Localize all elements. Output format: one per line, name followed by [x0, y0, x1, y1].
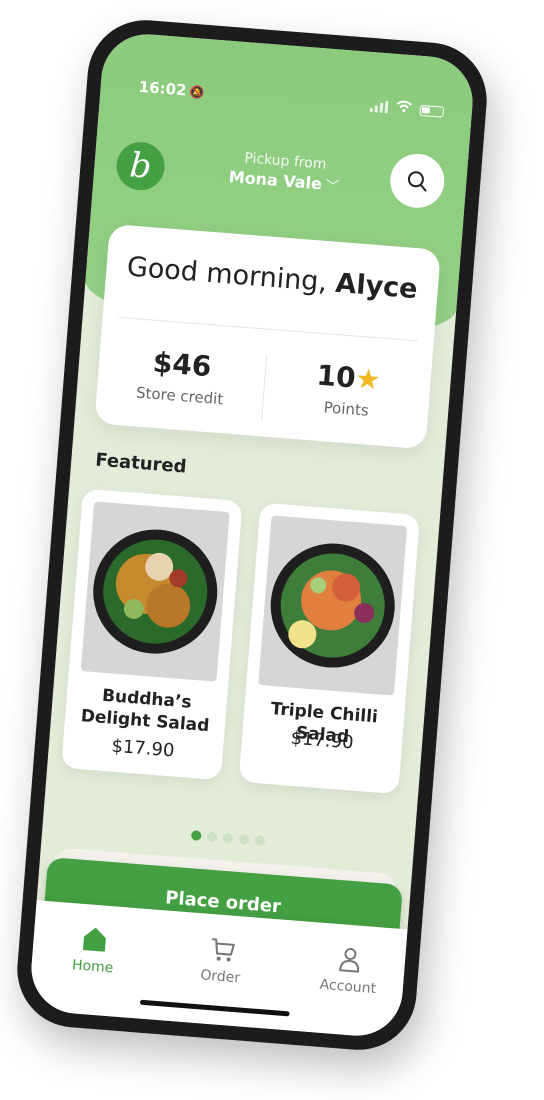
bell-mute-icon: 🔕: [188, 84, 205, 100]
app-screen: 16:02 🔕 b Pickup from Mona Vale ﹀ Good m…: [28, 30, 476, 1040]
signal-icon: [369, 100, 389, 114]
home-icon: [82, 927, 106, 952]
brand-logo-letter: b: [128, 145, 154, 187]
divider: [118, 316, 418, 342]
phone-frame: 16:02 🔕 b Pickup from Mona Vale ﹀ Good m…: [12, 15, 492, 1055]
person-icon: [339, 948, 360, 973]
featured-item-card[interactable]: Buddha’s Delight Salad $17.90: [61, 488, 243, 781]
points-value: 10: [315, 358, 357, 395]
chevron-down-icon: ﹀: [325, 178, 340, 195]
greeting-prefix: Good morning,: [125, 251, 329, 299]
dish-name: Buddha’s Delight Salad: [80, 685, 211, 737]
greeting-text: Good morning, Alyce: [105, 250, 438, 307]
featured-item-card[interactable]: Triple Chilli Salad $17.90: [238, 502, 421, 795]
cart-icon: [212, 938, 235, 962]
status-time: 16:02: [138, 77, 188, 100]
carousel-dot[interactable]: [206, 831, 218, 843]
tab-label: Order: [199, 967, 241, 987]
star-icon: ★: [354, 361, 382, 397]
search-icon: [407, 171, 427, 192]
battery-icon: [419, 104, 445, 118]
tab-order[interactable]: Order: [165, 931, 279, 989]
carousel-dot[interactable]: [254, 835, 266, 846]
store-credit-value: $46: [151, 345, 213, 384]
tab-home[interactable]: Home: [37, 921, 151, 979]
featured-heading: Featured: [94, 449, 188, 478]
home-indicator: [139, 999, 290, 1017]
points-stat[interactable]: 10★ Points: [261, 354, 433, 434]
user-name: Alyce: [334, 267, 419, 306]
tab-label: Account: [319, 976, 377, 998]
store-credit-stat[interactable]: $46 Store credit: [96, 342, 266, 412]
carousel-dot[interactable]: [238, 833, 250, 845]
dish-image: [258, 515, 408, 696]
tab-account[interactable]: Account: [292, 941, 406, 999]
tab-label: Home: [71, 957, 114, 977]
carousel-dot[interactable]: [222, 832, 234, 844]
dish-image: [80, 501, 230, 682]
dish-price: $17.90: [110, 735, 176, 762]
greeting-card: Good morning, Alyce $46 Store credit 10★…: [94, 223, 441, 450]
wifi-icon: [395, 100, 412, 117]
carousel-dot[interactable]: [190, 830, 202, 841]
